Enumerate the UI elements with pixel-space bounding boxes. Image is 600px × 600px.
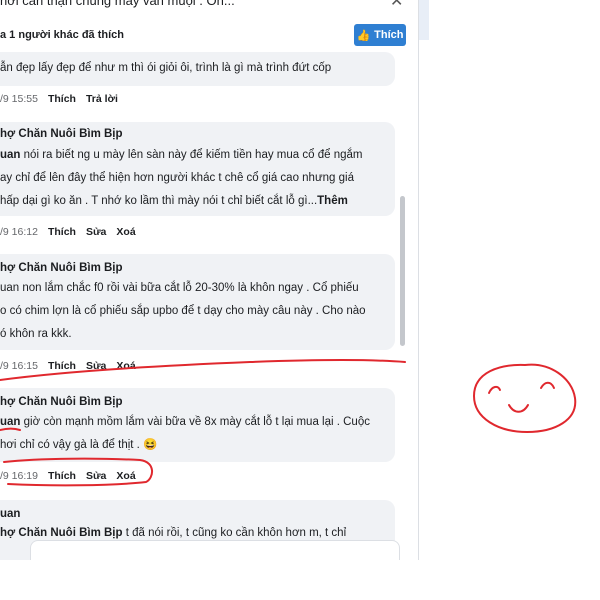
smiley-mouth (508, 404, 529, 413)
smiley-left-eye (488, 385, 501, 394)
red-circle-timestamp (3, 457, 153, 487)
smiley-right-eye (540, 381, 555, 389)
annotation-layer (0, 359, 577, 487)
smiley-face-outline (472, 363, 577, 434)
red-underline-stroke (0, 359, 406, 381)
red-underline-mention (0, 427, 21, 431)
